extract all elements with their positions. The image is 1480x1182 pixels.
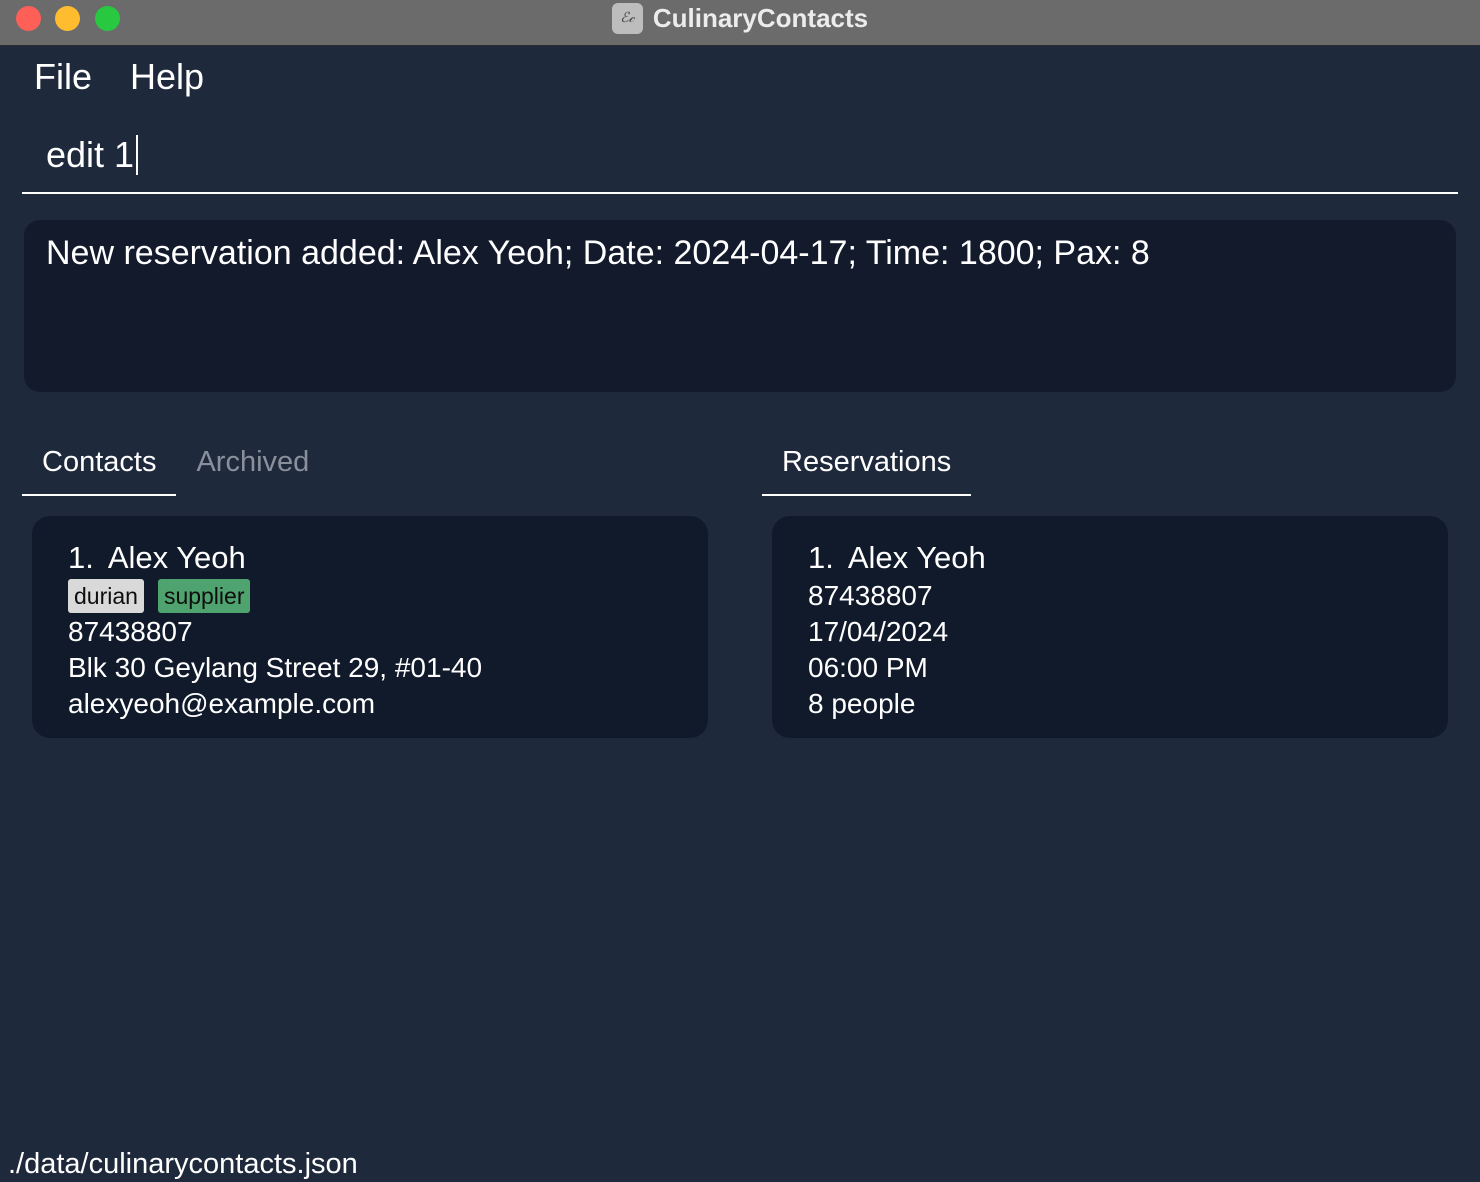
menu-bar: File Help [34,56,204,98]
tag-durian: durian [68,579,144,613]
reservations-tab-bar: Reservations [762,444,972,496]
title-bar: ℰ𝒸 CulinaryContacts [0,0,1480,46]
tag-supplier: supplier [157,579,251,613]
contact-address: Blk 30 Geylang Street 29, #01-40 [68,652,483,683]
contact-name-row: 1. Alex Yeoh [68,538,672,578]
contacts-tab-bar: Contacts Archived [22,444,329,496]
menu-help[interactable]: Help [130,56,204,98]
contact-email: alexyeoh@example.com [68,688,376,719]
contact-card[interactable]: 1. Alex Yeoh durian supplier 87438807 Blk… [32,516,708,738]
status-bar-file-path: ./data/culinarycontacts.json [8,1148,358,1180]
reservation-phone: 87438807 [808,580,933,611]
result-display: New reservation added: Alex Yeoh; Date: … [24,220,1456,392]
text-caret [136,135,139,175]
app-window: ℰ𝒸 CulinaryContacts File Help edit 1 New… [0,0,1480,1182]
result-message: New reservation added: Alex Yeoh; Date: … [46,234,1150,272]
contact-name: Alex Yeoh [107,540,246,575]
command-input[interactable]: edit 1 [46,134,139,176]
reservation-name-row: 1. Alex Yeoh [808,538,1412,578]
reservation-date: 17/04/2024 [808,616,949,647]
reservation-pax: 8 people [808,688,916,719]
reservation-card[interactable]: 1. Alex Yeoh 87438807 17/04/2024 06:00 PM… [772,516,1448,738]
window-title: CulinaryContacts [652,2,869,33]
reservation-name: Alex Yeoh [847,540,986,575]
title-group: ℰ𝒸 CulinaryContacts [0,0,1480,36]
tab-archived[interactable]: Archived [176,444,329,496]
contact-index: 1. [68,540,94,575]
command-input-text: edit 1 [46,134,135,175]
tab-reservations[interactable]: Reservations [762,444,972,496]
contact-tags: durian supplier [68,578,672,614]
command-box[interactable]: edit 1 [22,128,1458,194]
menu-file[interactable]: File [34,56,92,98]
tab-contacts[interactable]: Contacts [22,444,177,496]
app-logo-icon: ℰ𝒸 [611,2,643,34]
contact-phone: 87438807 [68,616,193,647]
reservation-index: 1. [808,540,834,575]
reservation-time: 06:00 PM [808,652,928,683]
